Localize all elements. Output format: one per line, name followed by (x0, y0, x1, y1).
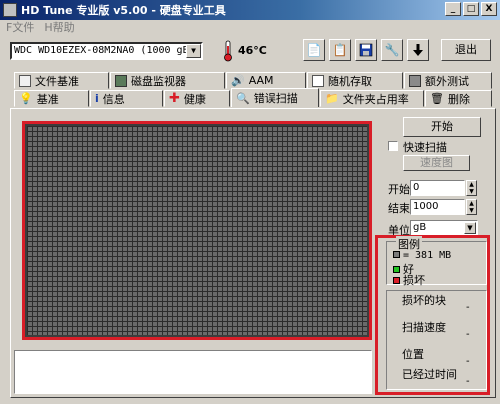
damaged-blocks-value: - (466, 302, 470, 313)
save-icon (359, 43, 373, 57)
tab-erase[interactable]: 🗑 删除 (425, 90, 492, 107)
block-swatch (393, 251, 400, 258)
scan-speed-value: - (466, 329, 470, 340)
maximize-button[interactable]: □ (463, 2, 479, 16)
app-icon (3, 3, 17, 17)
begin-label: 开始 (388, 183, 410, 196)
minimize-button[interactable]: _ (445, 2, 461, 16)
tab-info[interactable]: i 信息 (90, 90, 163, 107)
elapsed-time-value: - (466, 376, 470, 387)
temperature-value: 46°C (238, 44, 267, 57)
health-cross-icon: ✚ (169, 91, 180, 106)
drive-select-value: WDC WD10EZEX-08M2NA0 (1000 gB) (14, 45, 195, 56)
legend-block-row: = 381 MB (393, 250, 451, 261)
tab-label: 删除 (447, 92, 470, 106)
unit-select[interactable]: gB ▼ (410, 220, 478, 236)
quick-scan-checkbox[interactable] (388, 141, 398, 151)
tab-label: 错误扫描 (253, 92, 298, 105)
title-bar: HD Tune 专业版 v5.00 - 硬盘专业工具 _ □ X (0, 0, 500, 20)
disk-monitor-icon (115, 74, 127, 87)
trash-icon: 🗑 (430, 92, 444, 105)
save-button[interactable] (355, 39, 377, 61)
chevron-down-icon[interactable]: ▼ (186, 44, 201, 58)
scan-grid (27, 126, 367, 335)
tab-disk-monitor[interactable]: 磁盘监视器 (110, 72, 225, 89)
tab-label: 信息 (102, 92, 125, 106)
legend-bad-label: 损坏 (403, 274, 425, 287)
tab-label: 文件基准 (35, 74, 79, 88)
speaker-icon: 🔊 (231, 74, 245, 87)
copy-info-button[interactable]: 📄 (303, 39, 325, 61)
benchmark-icon: 💡 (19, 92, 33, 105)
magnifier-icon: 🔍 (236, 91, 250, 105)
tab-label: 文件夹占用率 (342, 92, 409, 106)
tab-label: 基准 (36, 92, 59, 106)
close-button[interactable]: X (481, 2, 497, 16)
drive-select[interactable]: WDC WD10EZEX-08M2NA0 (1000 gB) ▼ (10, 42, 203, 60)
begin-spinner[interactable]: ▲ ▼ (466, 180, 477, 196)
tab-random-access[interactable]: 随机存取 (307, 72, 403, 89)
end-field[interactable]: 1000 (410, 199, 465, 215)
folder-icon: 📁 (325, 92, 339, 105)
file-benchmark-icon (19, 74, 31, 87)
extra-tests-icon (409, 74, 421, 87)
legend-bad-row: 损坏 (393, 272, 425, 288)
random-access-icon (312, 74, 324, 87)
copy-screenshot-button[interactable]: 📋 (329, 39, 351, 61)
tab-error-scan[interactable]: 🔍 错误扫描 (231, 88, 319, 107)
tab-label: AAM (248, 74, 274, 87)
tab-label: 磁盘监视器 (131, 74, 186, 88)
options-button[interactable]: 🔧 (381, 39, 403, 61)
quick-scan-label: 快速扫描 (403, 141, 447, 154)
end-label: 结束 (388, 202, 410, 215)
tab-extra-tests[interactable]: 额外测试 (404, 72, 492, 89)
begin-field[interactable]: 0 (410, 180, 465, 196)
bad-swatch (393, 277, 400, 284)
tab-aam[interactable]: 🔊 AAM (226, 72, 306, 89)
end-spinner[interactable]: ▲ ▼ (466, 199, 477, 215)
menu-help[interactable]: H帮助 (44, 20, 74, 36)
tab-benchmark[interactable]: 💡 基准 (14, 90, 89, 107)
exit-button[interactable]: 退出 (441, 39, 491, 61)
arrow-down-icon (413, 44, 423, 56)
log-output (14, 350, 372, 394)
scan-block-map (22, 121, 372, 340)
elapsed-time-label: 已经过时间 (402, 368, 457, 381)
menu-bar: F文件 H帮助 (0, 20, 500, 36)
copy-icon: 📄 (306, 43, 322, 57)
info-icon: i (95, 92, 99, 105)
tab-file-benchmark[interactable]: 文件基准 (14, 72, 109, 89)
tab-label: 额外测试 (425, 74, 469, 88)
tab-folder-usage[interactable]: 📁 文件夹占用率 (320, 90, 424, 107)
legend-block-size: = 381 MB (403, 250, 452, 261)
scan-speed-label: 扫描速度 (402, 321, 446, 334)
window-title: HD Tune 专业版 v5.00 - 硬盘专业工具 (21, 4, 226, 17)
menu-file[interactable]: F文件 (6, 20, 34, 36)
unit-select-value: gB (413, 222, 427, 233)
tab-health[interactable]: ✚ 健康 (164, 90, 230, 107)
download-button[interactable] (407, 39, 429, 61)
thermometer-icon (224, 40, 232, 62)
start-button[interactable]: 开始 (403, 117, 481, 137)
tab-label: 健康 (183, 92, 206, 106)
chevron-down-icon[interactable]: ▼ (464, 222, 476, 234)
speed-map-button[interactable]: 速度图 (403, 155, 470, 171)
position-value: - (466, 356, 470, 367)
tab-label: 随机存取 (328, 74, 372, 88)
position-label: 位置 (402, 348, 424, 361)
damaged-blocks-label: 损坏的块 (402, 294, 446, 307)
tools-icon: 🔧 (384, 43, 400, 57)
copy-image-icon: 📋 (332, 43, 348, 57)
